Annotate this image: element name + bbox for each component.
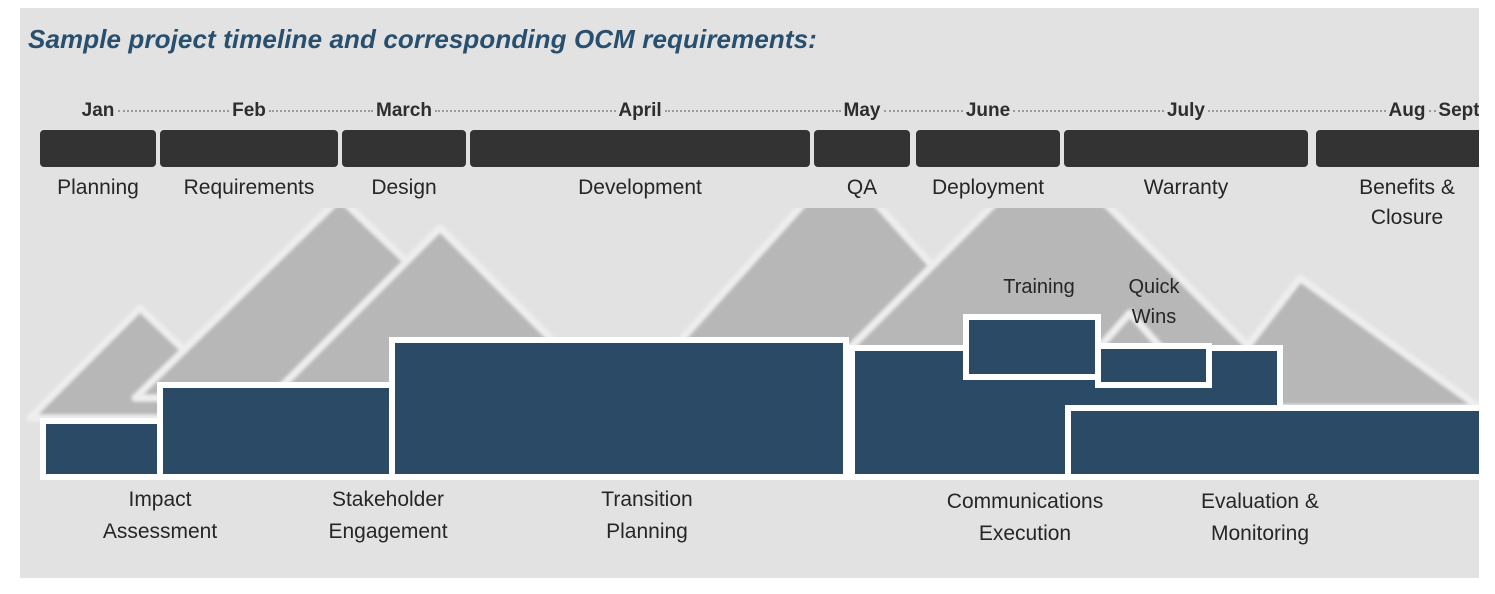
ocm-block-training[interactable] xyxy=(963,314,1101,380)
ocm-label-impact-assessment: Impact Assessment xyxy=(102,488,218,543)
ocm-label-quick-wins: Quick Wins xyxy=(1128,276,1180,328)
ocm-label-communications-execution: Communications Execution xyxy=(946,490,1104,545)
ocm-label-transition-planning: Transition Planning xyxy=(601,488,693,543)
ocm-label-stakeholder-engagement: Stakeholder Engagement xyxy=(328,488,448,543)
ocm-activity-blocks: Impact Assessment Stakeholder Engagement Tra… xyxy=(20,8,1479,578)
ocm-label-training: Training xyxy=(1003,276,1075,298)
diagram-stage: Sample project timeline and correspondin… xyxy=(20,8,1479,578)
ocm-block-quick-wins[interactable] xyxy=(1095,343,1212,388)
ocm-block-transition-planning[interactable] xyxy=(389,337,849,480)
ocm-label-evaluation-monitoring: Evaluation & Monitoring xyxy=(1201,490,1319,545)
ocm-block-evaluation-monitoring[interactable] xyxy=(1065,405,1479,480)
slide-canvas: Sample project timeline and correspondin… xyxy=(0,0,1495,594)
